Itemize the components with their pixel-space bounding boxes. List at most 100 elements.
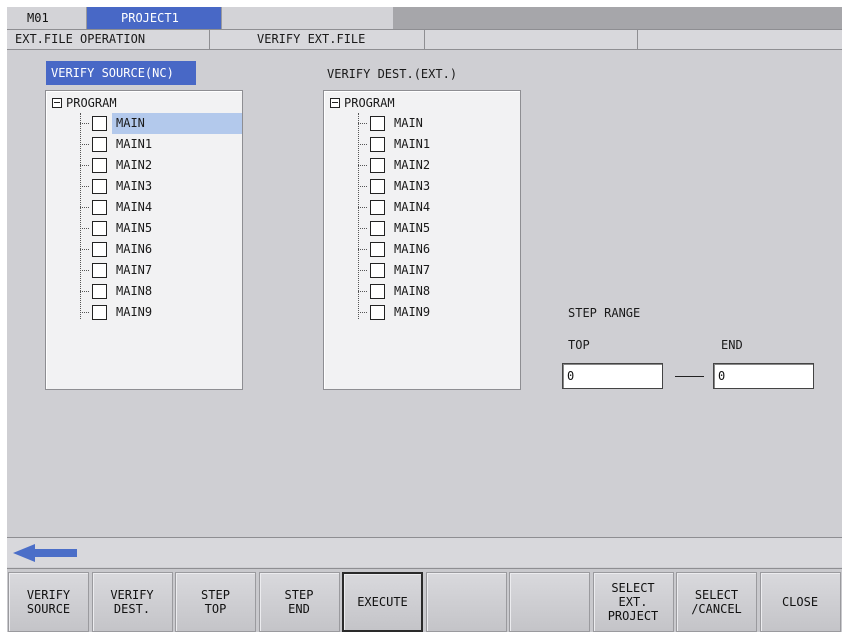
- dest-tree-item[interactable]: MAIN5: [358, 218, 518, 239]
- source-tree-item-label: MAIN4: [116, 200, 153, 214]
- dest-tree-item-label: MAIN7: [394, 263, 431, 277]
- dest-program-tree[interactable]: PROGRAM MAIN MAIN1 MAIN2 MAIN3 MAIN4 MAIN5 MAI…: [323, 90, 521, 390]
- checkbox[interactable]: [370, 263, 385, 278]
- dest-tree-item-label: MAIN6: [394, 242, 431, 256]
- fkey-step-end-button[interactable]: STEP END: [258, 572, 340, 632]
- fkey-empty-5-button[interactable]: [425, 572, 507, 632]
- tree-branch-line: [80, 228, 89, 229]
- source-tree-item[interactable]: MAIN9: [80, 302, 240, 323]
- checkbox[interactable]: [370, 200, 385, 215]
- tree-branch-line: [80, 186, 89, 187]
- tree-branch-line: [358, 291, 367, 292]
- dest-tree-item-label: MAIN8: [394, 284, 431, 298]
- source-tree-item[interactable]: MAIN4: [80, 197, 240, 218]
- dest-tree-item-label: MAIN4: [394, 200, 431, 214]
- tree-branch-line: [358, 186, 367, 187]
- function-key-bar: VERIFY SOURCE VERIFY DEST. STEP TOP STEP EN…: [7, 568, 842, 632]
- step-top-input[interactable]: 0: [562, 363, 663, 389]
- dest-tree-item-label: MAIN: [394, 116, 423, 130]
- step-end-input[interactable]: 0: [713, 363, 814, 389]
- checkbox[interactable]: [370, 221, 385, 236]
- checkbox[interactable]: [92, 158, 107, 173]
- collapse-icon[interactable]: [330, 98, 340, 108]
- checkbox[interactable]: [92, 242, 107, 257]
- source-tree-item-label: MAIN3: [116, 179, 153, 193]
- breadcrumb-ext-file-operation: EXT.FILE OPERATION: [7, 30, 210, 49]
- tree-branch-line: [80, 165, 89, 166]
- tree-branch-line: [80, 270, 89, 271]
- source-tree-item[interactable]: MAIN6: [80, 239, 240, 260]
- checkbox[interactable]: [370, 158, 385, 173]
- breadcrumb: EXT.FILE OPERATION VERIFY EXT.FILE: [7, 29, 842, 50]
- source-tree-item[interactable]: MAIN5: [80, 218, 240, 239]
- tab-m01[interactable]: M01: [7, 7, 87, 29]
- breadcrumb-verify-ext-file: VERIFY EXT.FILE: [210, 30, 425, 49]
- source-tree-item-label: MAIN6: [116, 242, 153, 256]
- dest-tree-item[interactable]: MAIN2: [358, 155, 518, 176]
- source-tree-item-label: MAIN: [112, 113, 242, 134]
- fkey-empty-6-button[interactable]: [509, 572, 590, 632]
- source-tree-item[interactable]: MAIN1: [80, 134, 240, 155]
- collapse-icon[interactable]: [52, 98, 62, 108]
- dest-tree-item[interactable]: MAIN7: [358, 260, 518, 281]
- checkbox[interactable]: [92, 284, 107, 299]
- tree-branch-line: [80, 144, 89, 145]
- tree-branch-line: [358, 165, 367, 166]
- dest-tree-item[interactable]: MAIN8: [358, 281, 518, 302]
- tree-branch-line: [358, 123, 367, 124]
- source-tree-item[interactable]: MAIN2: [80, 155, 240, 176]
- fkey-step-top-button[interactable]: STEP TOP: [175, 572, 256, 632]
- source-tree-item-label: MAIN9: [116, 305, 153, 319]
- fkey-close-button[interactable]: CLOSE: [759, 572, 841, 632]
- dest-tree-item[interactable]: MAIN1: [358, 134, 518, 155]
- step-range-label: STEP RANGE: [568, 306, 641, 320]
- source-tree-root[interactable]: PROGRAM: [52, 95, 117, 111]
- dest-tree-item[interactable]: MAIN4: [358, 197, 518, 218]
- checkbox[interactable]: [92, 179, 107, 194]
- back-arrow-icon[interactable]: [13, 544, 77, 562]
- checkbox[interactable]: [92, 263, 107, 278]
- checkbox[interactable]: [92, 116, 107, 131]
- source-tree-item[interactable]: MAIN: [80, 113, 242, 134]
- tree-branch-line: [358, 270, 367, 271]
- dest-tree-item[interactable]: MAIN: [358, 113, 518, 134]
- fkey-verify-source-button[interactable]: VERIFY SOURCE: [8, 572, 89, 632]
- fkey-select-ext-project-button[interactable]: SELECT EXT. PROJECT: [592, 572, 674, 632]
- source-tree-item-label: MAIN1: [116, 137, 153, 151]
- tree-branch-line: [358, 249, 367, 250]
- dest-tree-item[interactable]: MAIN6: [358, 239, 518, 260]
- dest-tree-item-label: MAIN2: [394, 158, 431, 172]
- source-tree-item-label: MAIN8: [116, 284, 153, 298]
- verify-dest-label: VERIFY DEST.(EXT.): [327, 67, 458, 81]
- source-tree-item[interactable]: MAIN7: [80, 260, 240, 281]
- checkbox[interactable]: [370, 137, 385, 152]
- dest-tree-root[interactable]: PROGRAM: [330, 95, 395, 111]
- dest-tree-item-label: MAIN9: [394, 305, 431, 319]
- checkbox[interactable]: [92, 200, 107, 215]
- tab-project[interactable]: PROJECT1: [87, 7, 221, 29]
- verify-source-label: VERIFY SOURCE(NC): [46, 61, 196, 85]
- checkbox[interactable]: [370, 242, 385, 257]
- dest-tree-root-label: PROGRAM: [344, 96, 395, 110]
- checkbox[interactable]: [92, 137, 107, 152]
- checkbox[interactable]: [370, 284, 385, 299]
- tree-branch-line: [80, 312, 89, 313]
- source-program-tree[interactable]: PROGRAM MAIN MAIN1 MAIN2 MAIN3 MAIN4 MAIN5 MAI…: [45, 90, 243, 390]
- checkbox[interactable]: [92, 305, 107, 320]
- top-tab-bar: M01 PROJECT1: [7, 7, 842, 29]
- checkbox[interactable]: [370, 179, 385, 194]
- checkbox[interactable]: [370, 116, 385, 131]
- fkey-execute-button[interactable]: EXECUTE: [342, 572, 423, 632]
- verify-ext-file-window: M01 PROJECT1 EXT.FILE OPERATION VERIFY E…: [7, 7, 842, 632]
- dest-tree-item-label: MAIN3: [394, 179, 431, 193]
- checkbox[interactable]: [370, 305, 385, 320]
- dest-tree-item-label: MAIN5: [394, 221, 431, 235]
- checkbox[interactable]: [92, 221, 107, 236]
- source-tree-item[interactable]: MAIN8: [80, 281, 240, 302]
- source-tree-item[interactable]: MAIN3: [80, 176, 240, 197]
- dest-tree-item[interactable]: MAIN3: [358, 176, 518, 197]
- range-separator: [675, 376, 704, 377]
- fkey-verify-dest-button[interactable]: VERIFY DEST.: [91, 572, 173, 632]
- fkey-select-cancel-button[interactable]: SELECT /CANCEL: [676, 572, 757, 632]
- dest-tree-item[interactable]: MAIN9: [358, 302, 518, 323]
